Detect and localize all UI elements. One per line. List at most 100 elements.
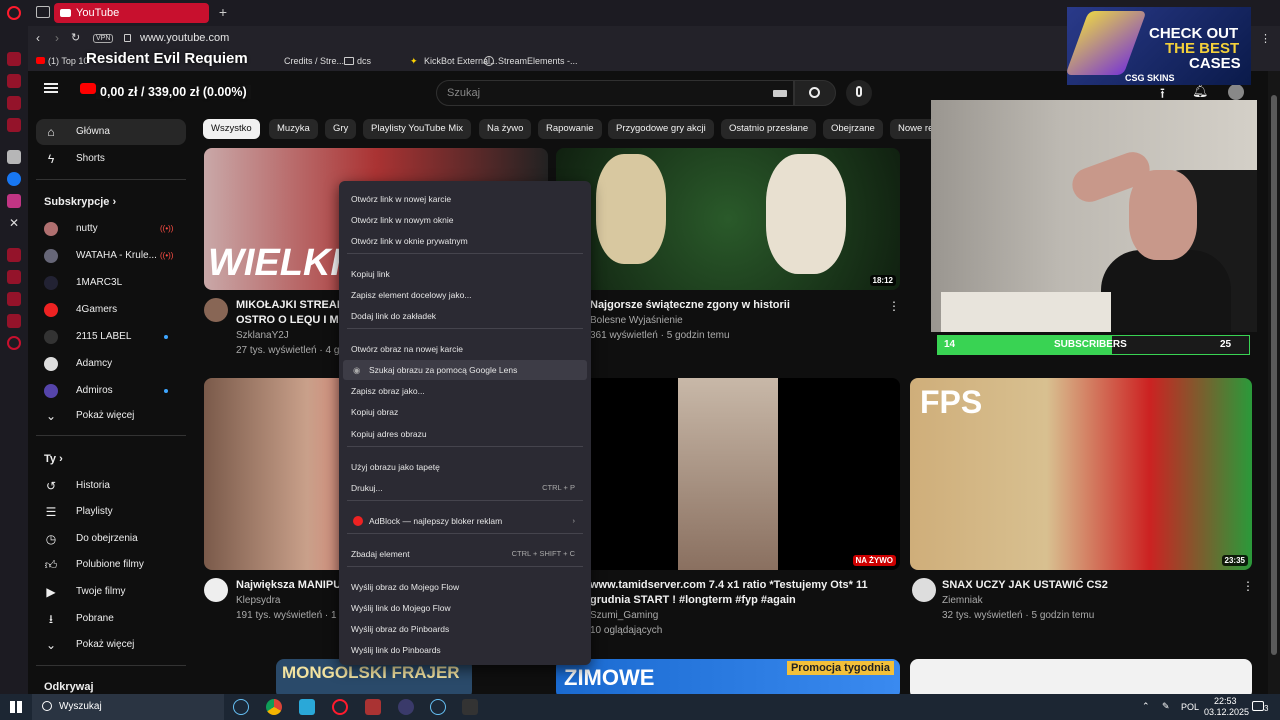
- opera-taskbar-icon[interactable]: [332, 699, 348, 715]
- video-thumbnail-5[interactable]: FPS 23:35: [910, 378, 1252, 570]
- chip-mix[interactable]: Playlisty YouTube Mix: [363, 119, 472, 139]
- x-icon[interactable]: ✕: [7, 216, 21, 230]
- video-menu-icon[interactable]: ⋮: [1242, 579, 1254, 593]
- page-scrollbar[interactable]: [1268, 71, 1280, 694]
- menu-item-copy-image[interactable]: Kopiuj obraz: [343, 402, 587, 422]
- notifications-bell-icon[interactable]: 🔔︎: [1192, 83, 1209, 99]
- clock-date[interactable]: 03.12.2025: [1204, 707, 1249, 717]
- new-tab-button[interactable]: +: [215, 4, 231, 20]
- sidebar-item-liked[interactable]: 👍︎ Polubione filmy: [36, 552, 186, 578]
- voice-search-button[interactable]: [846, 80, 872, 106]
- reload-icon[interactable]: ↻: [71, 31, 80, 44]
- chip-rap[interactable]: Rapowanie: [538, 119, 602, 139]
- rail-icon-3[interactable]: [7, 96, 21, 110]
- taskbar-search-box[interactable]: Wyszukaj: [32, 694, 224, 720]
- video-channel[interactable]: Klepsydra: [236, 593, 280, 608]
- back-icon[interactable]: ‹: [36, 31, 40, 45]
- windows-start-icon[interactable]: [10, 701, 22, 713]
- editor-icon[interactable]: [299, 699, 315, 715]
- menu-item-send-image-pinboards[interactable]: Wyślij obraz do Pinboards: [343, 619, 587, 639]
- video-title-line2[interactable]: OSTRO O LEQU I MAC: [236, 313, 355, 328]
- video-channel[interactable]: SzklanaY2J: [236, 328, 289, 343]
- obs-icon[interactable]: [398, 699, 414, 715]
- menu-item-open-image-new-tab[interactable]: Otwórz obraz na nowej karcie: [343, 339, 587, 359]
- chip-watched[interactable]: Obejrzane: [823, 119, 883, 139]
- video-thumbnail-7[interactable]: ZIMOWE Promocja tygodnia: [556, 659, 900, 694]
- menu-item-open-link-private[interactable]: Otwórz link w oknie prywatnym: [343, 231, 587, 251]
- pen-icon[interactable]: ✎: [1162, 701, 1170, 712]
- epic-games-icon[interactable]: [462, 699, 478, 715]
- chip-all[interactable]: Wszystko: [203, 119, 260, 139]
- channel-avatar[interactable]: [204, 578, 228, 602]
- channel-avatar[interactable]: [204, 298, 228, 322]
- video-channel[interactable]: Szumi_Gaming: [590, 608, 658, 623]
- sidebar-item-history[interactable]: ↺ Historia: [36, 473, 186, 499]
- video-title[interactable]: Największa MANIPUL: [236, 578, 348, 593]
- video-title[interactable]: SNAX UCZY JAK USTAWIĆ CS2: [942, 578, 1108, 593]
- menu-item-open-link-new-window[interactable]: Otwórz link w nowym oknie: [343, 210, 587, 230]
- sidebar-you-header[interactable]: Ty ›: [36, 446, 186, 472]
- chrome-icon[interactable]: [266, 699, 282, 715]
- menu-kebab-icon[interactable]: ⋮: [1260, 32, 1271, 45]
- menu-item-set-as-wallpaper[interactable]: Użyj obrazu jako tapetę: [343, 457, 587, 477]
- opera-logo-icon[interactable]: [7, 6, 21, 20]
- sidebar-channel-4gamers[interactable]: 4Gamers: [36, 297, 186, 323]
- menu-item-inspect-element[interactable]: Zbadaj element CTRL + SHIFT + C: [343, 544, 587, 564]
- chip-recent[interactable]: Ostatnio przesłane: [721, 119, 817, 139]
- search-input[interactable]: Szukaj: [447, 87, 480, 99]
- youtube-logo-icon[interactable]: [80, 83, 96, 94]
- vpn-badge[interactable]: VPN: [93, 34, 114, 43]
- rail-icon-8[interactable]: [7, 292, 21, 306]
- chip-games[interactable]: Gry: [325, 119, 357, 139]
- rail-icon-5[interactable]: [7, 150, 21, 164]
- chip-music[interactable]: Muzyka: [269, 119, 318, 139]
- menu-item-copy-image-address[interactable]: Kopiuj adres obrazu: [343, 424, 587, 444]
- sidebar-channel-1marc3l[interactable]: 1MARC3L: [36, 270, 186, 296]
- menu-item-bookmark-link[interactable]: Dodaj link do zakładek: [343, 306, 587, 326]
- tab-overview-icon[interactable]: [36, 6, 50, 18]
- sidebar-channel-2115[interactable]: 2115 LABEL: [36, 324, 186, 350]
- bookmark-2[interactable]: Credits / Stre...: [284, 56, 344, 66]
- sidebar-item-playlists[interactable]: ☰ Playlisty: [36, 499, 186, 525]
- menu-item-send-link-pinboards[interactable]: Wyślij link do Pinboards: [343, 640, 587, 660]
- video-channel[interactable]: Ziemniak: [942, 593, 983, 608]
- video-title-line2[interactable]: grudnia START ! #longterm #fyp #again: [590, 593, 796, 608]
- rail-icon-7[interactable]: [7, 270, 21, 284]
- voicemeeter-icon[interactable]: [365, 699, 381, 715]
- search-box[interactable]: Szukaj: [436, 80, 794, 106]
- video-title[interactable]: Najgorsze świąteczne zgony w historii: [590, 298, 790, 313]
- forward-icon[interactable]: ›: [55, 31, 59, 45]
- menu-item-save-image-as[interactable]: Zapisz obraz jako...: [343, 381, 587, 401]
- sidebar-item-downloads[interactable]: ⭳ Pobrane: [36, 606, 186, 632]
- menu-item-open-link-new-tab[interactable]: Otwórz link w nowej karcie: [343, 189, 587, 209]
- menu-item-adblock[interactable]: › AdBlock — najlepszy bloker reklam: [343, 511, 587, 531]
- clock-time[interactable]: 22:53: [1214, 696, 1237, 706]
- rail-icon-1[interactable]: [7, 52, 21, 66]
- chip-live[interactable]: Na żywo: [479, 119, 532, 139]
- avatar[interactable]: [1228, 84, 1244, 100]
- taskbar-search-input[interactable]: Wyszukaj: [59, 701, 102, 712]
- sidebar-show-more-2[interactable]: ⌄ Pokaż więcej: [36, 632, 186, 658]
- language-indicator[interactable]: POL: [1181, 702, 1199, 712]
- instagram-icon[interactable]: [7, 194, 21, 208]
- rail-icon-9[interactable]: [7, 314, 21, 328]
- rail-icon-2[interactable]: [7, 74, 21, 88]
- channel-avatar[interactable]: [912, 578, 936, 602]
- video-title[interactable]: MIKOŁAJKI STREAME: [236, 298, 353, 313]
- steam-icon[interactable]: [233, 699, 249, 715]
- menu-item-copy-link[interactable]: Kopiuj link: [343, 264, 587, 284]
- tray-chevron-icon[interactable]: ⌃: [1142, 701, 1150, 712]
- sidebar-channel-admiros[interactable]: Admiros: [36, 378, 186, 404]
- steam-icon-2[interactable]: [430, 699, 446, 715]
- bookmark-streamelements[interactable]: StreamElements -...: [498, 56, 578, 66]
- scrollbar-thumb[interactable]: [1271, 95, 1277, 655]
- keyboard-icon[interactable]: [773, 90, 787, 97]
- notification-center-icon[interactable]: [1252, 701, 1264, 711]
- tab-youtube[interactable]: YouTube: [54, 3, 209, 23]
- sidebar-show-more[interactable]: ⌄ Pokaż więcej: [36, 403, 186, 429]
- search-button[interactable]: [794, 80, 836, 106]
- video-menu-icon[interactable]: ⋮: [888, 299, 900, 313]
- video-channel[interactable]: Bolesne Wyjaśnienie: [590, 313, 683, 328]
- url-field[interactable]: www.youtube.com: [140, 32, 229, 44]
- sidebar-channel-nutty[interactable]: nutty ((•)): [36, 216, 186, 242]
